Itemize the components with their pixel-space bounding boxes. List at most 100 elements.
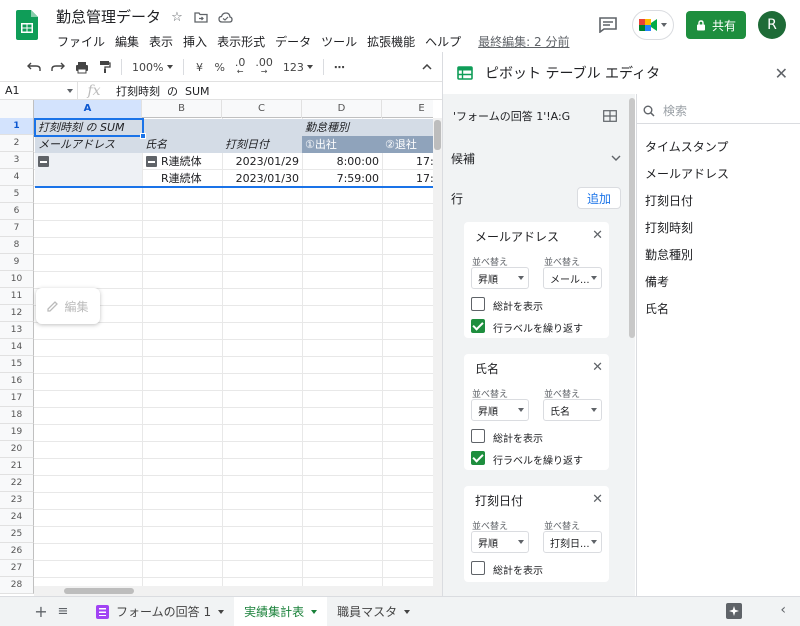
row-header[interactable]: 20	[0, 441, 34, 458]
column-header-d[interactable]: D	[302, 100, 382, 118]
row-header[interactable]: 8	[0, 237, 34, 254]
sort-by-select[interactable]: メール...	[543, 267, 602, 289]
vertical-scrollbar[interactable]	[433, 118, 442, 596]
field-item-time[interactable]: 打刻時刻	[645, 219, 693, 236]
show-totals-checkbox[interactable]	[471, 297, 485, 311]
row-header[interactable]: 21	[0, 458, 34, 475]
sort-order-select[interactable]: 昇順	[471, 399, 529, 421]
repeat-labels-checkbox[interactable]	[471, 451, 485, 465]
field-item-type[interactable]: 勤怠種別	[645, 246, 693, 263]
sheet-tab-staff-master[interactable]: 職員マスタ	[327, 597, 420, 626]
row-header[interactable]: 25	[0, 526, 34, 543]
cell-a2[interactable]: メールアドレス	[35, 136, 142, 153]
cell-e3[interactable]: 17:	[412, 153, 433, 170]
sort-order-select[interactable]: 昇順	[471, 531, 529, 553]
comment-history-icon[interactable]	[596, 13, 620, 37]
row-header[interactable]: 18	[0, 407, 34, 424]
row-header[interactable]: 6	[0, 203, 34, 220]
row-header[interactable]: 2	[0, 135, 34, 152]
menu-tools[interactable]: ツール	[316, 31, 362, 52]
data-range-field[interactable]: 'フォームの回答 1'!A:G	[451, 104, 621, 128]
tab-caret-icon[interactable]	[404, 609, 411, 614]
meet-button[interactable]	[632, 10, 674, 40]
row-header[interactable]: 1	[0, 118, 34, 135]
close-icon[interactable]: ✕	[592, 228, 603, 243]
all-sheets-icon[interactable]: ≡	[52, 601, 74, 623]
spreadsheet-grid[interactable]: A B C D E 1 2 3 4 5 6 7 8 9 10 11 12 13 14 15 16 17 18 19 2…	[0, 100, 433, 596]
add-row-button[interactable]: 追加	[577, 187, 621, 209]
column-header-e[interactable]: E	[382, 100, 433, 118]
menu-edit[interactable]: 編集	[110, 31, 144, 52]
percent-format-button[interactable]: %	[211, 56, 227, 78]
collapse-group-icon[interactable]	[38, 156, 49, 167]
repeat-labels-checkbox[interactable]	[471, 319, 485, 333]
cell-b1[interactable]	[142, 119, 222, 136]
sheets-logo-icon[interactable]	[16, 10, 38, 40]
row-header[interactable]: 17	[0, 390, 34, 407]
document-title[interactable]: 勤怠管理データ	[56, 6, 161, 27]
cell-c4[interactable]: 2023/01/30	[222, 170, 302, 187]
column-header-c[interactable]: C	[222, 100, 302, 118]
row-header[interactable]: 7	[0, 220, 34, 237]
field-item-date[interactable]: 打刻日付	[645, 192, 693, 209]
sort-by-select[interactable]: 氏名	[543, 399, 602, 421]
add-sheet-icon[interactable]: +	[30, 601, 52, 623]
row-header[interactable]: 14	[0, 339, 34, 356]
select-all-corner[interactable]	[0, 100, 34, 118]
menu-view[interactable]: 表示	[144, 31, 178, 52]
row-header[interactable]: 15	[0, 356, 34, 373]
zoom-select[interactable]: 100%	[129, 56, 176, 78]
collapse-toolbar-icon[interactable]	[418, 58, 436, 76]
chevron-left-icon[interactable]: ‹	[780, 602, 786, 618]
field-item-timestamp[interactable]: タイムスタンプ	[645, 138, 728, 155]
cell-b3[interactable]: R連続体	[158, 153, 222, 170]
settings-scrollbar[interactable]	[629, 98, 635, 338]
pivot-edit-chip[interactable]: 編集	[36, 288, 100, 324]
row-header[interactable]: 9	[0, 254, 34, 271]
show-totals-checkbox[interactable]	[471, 561, 485, 575]
show-totals-checkbox[interactable]	[471, 429, 485, 443]
row-header[interactable]: 16	[0, 373, 34, 390]
menu-help[interactable]: ヘルプ	[420, 31, 466, 52]
row-header[interactable]: 4	[0, 169, 34, 186]
more-formats-select[interactable]: 123	[280, 56, 316, 78]
menu-extensions[interactable]: 拡張機能	[362, 31, 420, 52]
cell-c3[interactable]: 2023/01/29	[222, 153, 302, 170]
vertical-scroll-thumb[interactable]	[434, 120, 441, 150]
field-item-notes[interactable]: 備考	[645, 273, 669, 290]
row-header[interactable]: 11	[0, 288, 34, 305]
row-header[interactable]: 5	[0, 186, 34, 203]
row-header[interactable]: 27	[0, 560, 34, 577]
field-item-email[interactable]: メールアドレス	[645, 165, 729, 182]
last-edit-link[interactable]: 最終編集: 2 分前	[466, 31, 574, 52]
cell-b4[interactable]: R連続体	[158, 170, 222, 187]
collapse-group-icon[interactable]	[146, 156, 157, 167]
candidates-toggle[interactable]: 候補	[451, 146, 621, 170]
cell-b2[interactable]: 氏名	[142, 136, 222, 153]
menu-format[interactable]: 表示形式	[212, 31, 270, 52]
avatar[interactable]: R	[758, 11, 786, 39]
cell-a3[interactable]	[35, 153, 142, 170]
row-header[interactable]: 22	[0, 475, 34, 492]
cell-a4[interactable]	[35, 170, 142, 187]
menu-data[interactable]: データ	[270, 31, 316, 52]
cell-c1[interactable]	[222, 119, 302, 136]
sheet-tab-summary[interactable]: 実績集計表	[234, 596, 328, 626]
decrease-decimal-button[interactable]: .0 ←	[232, 56, 249, 78]
close-icon[interactable]: ✕	[775, 64, 788, 83]
cell-d3[interactable]: 8:00:00	[302, 153, 382, 170]
name-box[interactable]: A1	[0, 82, 78, 99]
horizontal-scrollbar[interactable]	[34, 586, 433, 596]
row-header[interactable]: 26	[0, 543, 34, 560]
share-button[interactable]: 共有	[686, 11, 746, 39]
field-search-input[interactable]: 検索	[637, 98, 800, 124]
currency-format-button[interactable]: ¥	[191, 56, 207, 78]
column-header-a[interactable]: A	[34, 100, 142, 118]
more-options-icon[interactable]: ⋯	[331, 56, 348, 78]
increase-decimal-button[interactable]: .00 →	[252, 56, 276, 78]
field-item-name[interactable]: 氏名	[645, 300, 669, 317]
row-header[interactable]: 10	[0, 271, 34, 288]
horizontal-scroll-thumb[interactable]	[64, 588, 134, 594]
row-header[interactable]: 28	[0, 577, 34, 594]
sheet-tab-form-responses[interactable]: フォームの回答 1	[86, 597, 234, 626]
